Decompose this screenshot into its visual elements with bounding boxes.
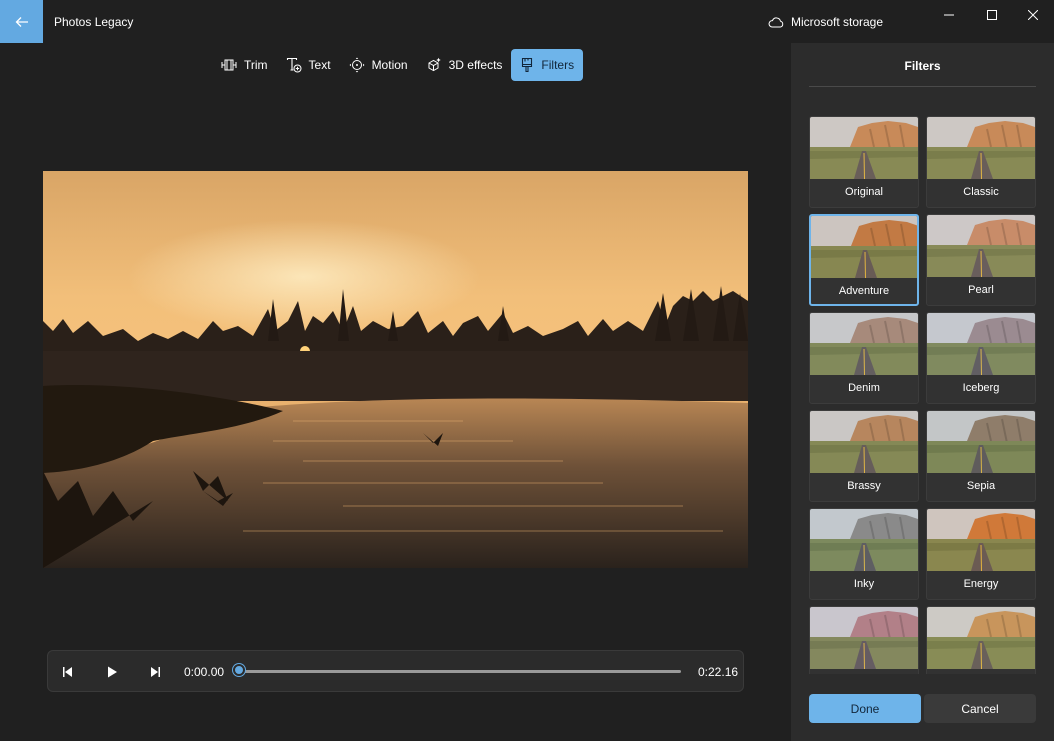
filter-tile-more-10[interactable] xyxy=(809,606,919,674)
filter-preview-thumbnail xyxy=(927,411,1035,473)
panel-title: Filters xyxy=(904,59,941,73)
storage-label: Microsoft storage xyxy=(791,15,884,29)
filter-preview-thumbnail xyxy=(927,607,1035,669)
filter-tile-pearl[interactable]: Pearl xyxy=(926,214,1036,306)
filter-tile-original[interactable]: Original xyxy=(809,116,919,208)
cancel-button[interactable]: Cancel xyxy=(924,694,1036,723)
text-label: Text xyxy=(308,58,331,72)
filters-panel: Filters Original Classic Adventure Pearl Den… xyxy=(791,43,1054,741)
filter-tile-adventure[interactable]: Adventure xyxy=(809,214,919,306)
filter-preview-thumbnail xyxy=(927,117,1035,179)
storage-status[interactable]: Microsoft storage xyxy=(768,15,883,29)
filter-label: Brassy xyxy=(847,480,881,492)
preview-image xyxy=(43,171,748,568)
maximize-icon xyxy=(987,10,997,20)
previous-frame-button[interactable] xyxy=(59,663,77,681)
text-tool-button[interactable]: Text xyxy=(277,49,340,81)
filter-label: Energy xyxy=(963,578,999,590)
filter-preview-thumbnail xyxy=(810,509,918,571)
filter-label: Original xyxy=(845,186,883,198)
filter-preview-thumbnail xyxy=(810,117,918,179)
play-icon xyxy=(108,666,117,678)
play-button[interactable] xyxy=(103,663,121,681)
filter-preview-thumbnail xyxy=(810,411,918,473)
maximize-button[interactable] xyxy=(981,6,1003,24)
text-icon xyxy=(286,57,302,73)
filter-preview-thumbnail xyxy=(810,607,918,669)
filter-preview-thumbnail xyxy=(927,313,1035,375)
filter-label: Sepia xyxy=(966,480,996,492)
filter-tile-denim[interactable]: Denim xyxy=(809,312,919,404)
next-frame-button[interactable] xyxy=(146,663,164,681)
filter-tile-inky[interactable]: Inky xyxy=(809,508,919,600)
filter-tile-sepia[interactable]: Sepia xyxy=(926,410,1036,502)
next-frame-icon xyxy=(151,667,160,677)
done-button[interactable]: Done xyxy=(809,694,921,723)
motion-icon xyxy=(349,57,365,73)
app-title: Photos Legacy xyxy=(54,15,134,29)
filter-label: Adventure xyxy=(838,285,890,297)
filter-label: Pearl xyxy=(968,284,994,296)
3d-effects-label: 3D effects xyxy=(448,58,503,72)
filter-label: Denim xyxy=(848,382,880,394)
3d-effects-tool-button[interactable]: 3D effects xyxy=(417,49,512,81)
filter-label: Iceberg xyxy=(962,382,1000,394)
video-preview[interactable] xyxy=(43,171,748,568)
minimize-icon xyxy=(944,14,954,16)
seek-thumb[interactable] xyxy=(233,664,245,676)
back-arrow-icon xyxy=(15,16,28,27)
trim-label: Trim xyxy=(244,58,268,72)
filter-preview-thumbnail xyxy=(927,215,1035,277)
panel-divider xyxy=(809,86,1036,87)
trim-tool-button[interactable]: Trim xyxy=(212,49,277,81)
filter-preview-thumbnail xyxy=(927,509,1035,571)
filters-icon xyxy=(522,57,533,73)
filter-tile-classic[interactable]: Classic xyxy=(926,116,1036,208)
total-time: 0:22.16 xyxy=(698,665,739,679)
3d-effects-icon xyxy=(428,57,441,72)
filter-preview-thumbnail xyxy=(811,216,917,278)
minimize-button[interactable] xyxy=(938,6,960,24)
back-button[interactable] xyxy=(0,0,43,43)
cloud-icon xyxy=(768,16,784,27)
close-icon xyxy=(1028,10,1038,20)
motion-tool-button[interactable]: Motion xyxy=(340,49,417,81)
filter-label: Inky xyxy=(853,578,875,590)
seek-track[interactable] xyxy=(239,670,681,673)
playback-bar: 0:00.00 0:22.16 xyxy=(47,650,744,692)
previous-frame-icon xyxy=(63,667,72,677)
filter-preview-thumbnail xyxy=(810,313,918,375)
edit-toolbar: Trim Text Motion 3D effects Filters xyxy=(212,49,584,81)
close-button[interactable] xyxy=(1022,6,1044,24)
filter-tile-brassy[interactable]: Brassy xyxy=(809,410,919,502)
filters-tool-button[interactable]: Filters xyxy=(511,49,584,81)
filter-label: Classic xyxy=(963,186,999,198)
current-time: 0:00.00 xyxy=(184,665,225,679)
trim-icon xyxy=(221,59,237,71)
filter-tile-energy[interactable]: Energy xyxy=(926,508,1036,600)
filter-tile-iceberg[interactable]: Iceberg xyxy=(926,312,1036,404)
filters-label: Filters xyxy=(541,58,575,72)
motion-label: Motion xyxy=(371,58,408,72)
filter-tile-more-11[interactable] xyxy=(926,606,1036,674)
filters-list[interactable]: Original Classic Adventure Pearl Denim Iceber… xyxy=(809,116,1036,674)
filters-grid: Original Classic Adventure Pearl Denim Iceber… xyxy=(809,116,1036,674)
